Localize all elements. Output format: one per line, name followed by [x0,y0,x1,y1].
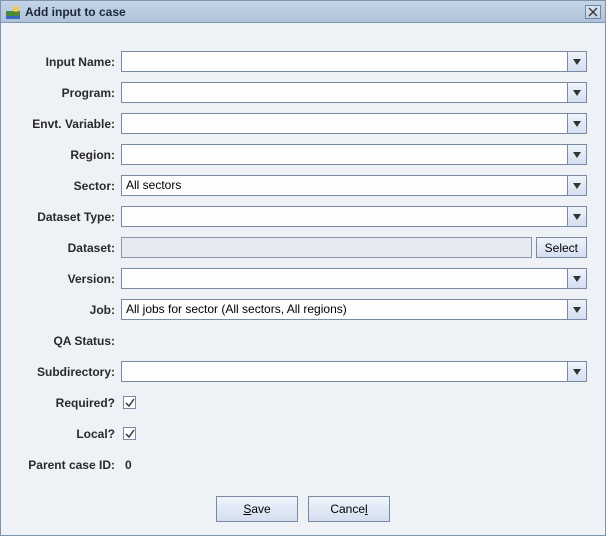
label-program: Program: [15,86,121,100]
label-subdirectory: Subdirectory: [15,365,121,379]
check-icon [125,429,135,439]
label-sector: Sector: [15,179,121,193]
cancel-button-label: Cancel [330,502,367,516]
job-combo[interactable]: All jobs for sector (All sectors, All re… [121,299,568,320]
dataset-select-label: Select [545,241,578,255]
sector-combo[interactable]: All sectors [121,175,568,196]
label-qa-status: QA Status: [15,334,121,348]
label-job: Job: [15,303,121,317]
chevron-down-icon [573,121,581,127]
close-button[interactable] [585,5,601,19]
app-icon [5,4,21,20]
version-combo[interactable] [121,268,568,289]
label-dataset: Dataset: [15,241,121,255]
chevron-down-icon [573,152,581,158]
dialog-window: Add input to case Input Name: Program: E… [0,0,606,536]
chevron-down-icon [573,90,581,96]
button-bar: Save Cancel [1,496,605,522]
label-required: Required? [15,396,121,410]
label-envt-variable: Envt. Variable: [15,117,121,131]
label-parent-case-id: Parent case ID: [15,458,121,472]
label-region: Region: [15,148,121,162]
window-title: Add input to case [25,5,585,19]
chevron-down-icon [573,183,581,189]
sector-dropdown-button[interactable] [567,175,587,196]
subdirectory-dropdown-button[interactable] [567,361,587,382]
chevron-down-icon [573,214,581,220]
local-checkbox[interactable] [123,427,136,440]
envt-variable-combo[interactable] [121,113,568,134]
sector-value: All sectors [122,176,567,195]
envt-variable-dropdown-button[interactable] [567,113,587,134]
dataset-type-dropdown-button[interactable] [567,206,587,227]
dataset-field [121,237,532,258]
parent-case-id-value: 0 [121,458,587,472]
program-combo[interactable] [121,82,568,103]
dataset-select-button[interactable]: Select [536,237,587,258]
input-name-dropdown-button[interactable] [567,51,587,72]
chevron-down-icon [573,59,581,65]
label-input-name: Input Name: [15,55,121,69]
version-dropdown-button[interactable] [567,268,587,289]
chevron-down-icon [573,307,581,313]
titlebar: Add input to case [1,1,605,23]
program-dropdown-button[interactable] [567,82,587,103]
job-value: All jobs for sector (All sectors, All re… [122,300,567,319]
required-checkbox[interactable] [123,396,136,409]
check-icon [125,398,135,408]
label-local: Local? [15,427,121,441]
label-version: Version: [15,272,121,286]
region-combo[interactable] [121,144,568,165]
close-icon [588,7,598,17]
chevron-down-icon [573,276,581,282]
form-area: Input Name: Program: Envt. Variable: Reg… [1,23,605,495]
save-button[interactable]: Save [216,496,298,522]
cancel-button[interactable]: Cancel [308,496,390,522]
job-dropdown-button[interactable] [567,299,587,320]
label-dataset-type: Dataset Type: [15,210,121,224]
save-button-label: Save [243,502,270,516]
region-dropdown-button[interactable] [567,144,587,165]
dataset-type-combo[interactable] [121,206,568,227]
input-name-combo[interactable] [121,51,568,72]
subdirectory-combo[interactable] [121,361,568,382]
chevron-down-icon [573,369,581,375]
